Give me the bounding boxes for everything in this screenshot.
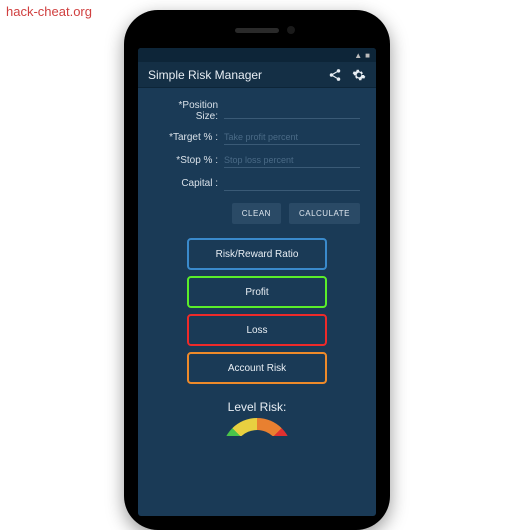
phone-inner: ▲ ■ Simple Risk Manager *Position Size: <box>132 18 382 522</box>
position-row: *Position Size: <box>154 100 360 122</box>
loss-box: Loss <box>187 314 327 346</box>
title-bar: Simple Risk Manager <box>138 62 376 88</box>
clean-button[interactable]: CLEAN <box>232 203 281 224</box>
phone-camera <box>287 26 295 34</box>
signal-icon: ▲ <box>354 51 362 60</box>
level-risk-label: Level Risk: <box>154 400 360 414</box>
stop-row: *Stop % : <box>154 153 360 168</box>
app-screen: ▲ ■ Simple Risk Manager *Position Size: <box>138 48 376 516</box>
status-bar: ▲ ■ <box>138 48 376 62</box>
share-icon[interactable] <box>328 68 342 82</box>
target-input[interactable] <box>224 130 360 145</box>
risk-reward-box: Risk/Reward Ratio <box>187 238 327 270</box>
battery-icon: ■ <box>365 51 370 60</box>
phone-frame: ▲ ■ Simple Risk Manager *Position Size: <box>124 10 390 530</box>
target-row: *Target % : <box>154 130 360 145</box>
risk-gauge <box>222 418 292 436</box>
capital-row: Capital : <box>154 176 360 191</box>
calculate-button[interactable]: CALCULATE <box>289 203 360 224</box>
phone-speaker <box>235 28 279 33</box>
result-boxes: Risk/Reward Ratio Profit Loss Account Ri… <box>154 238 360 384</box>
gear-icon[interactable] <box>352 68 366 82</box>
gauge-arc <box>222 418 292 436</box>
button-row: CLEAN CALCULATE <box>154 203 360 224</box>
target-label: *Target % : <box>154 132 224 143</box>
stop-input[interactable] <box>224 153 360 168</box>
content-area: *Position Size: *Target % : *Stop % : Ca… <box>138 88 376 436</box>
position-label: *Position Size: <box>154 100 224 122</box>
app-title: Simple Risk Manager <box>148 68 318 82</box>
profit-box: Profit <box>187 276 327 308</box>
stop-label: *Stop % : <box>154 155 224 166</box>
account-risk-box: Account Risk <box>187 352 327 384</box>
position-input[interactable] <box>224 104 360 119</box>
capital-label: Capital : <box>154 178 224 189</box>
watermark-text: hack-cheat.org <box>6 4 92 19</box>
capital-input[interactable] <box>224 176 360 191</box>
